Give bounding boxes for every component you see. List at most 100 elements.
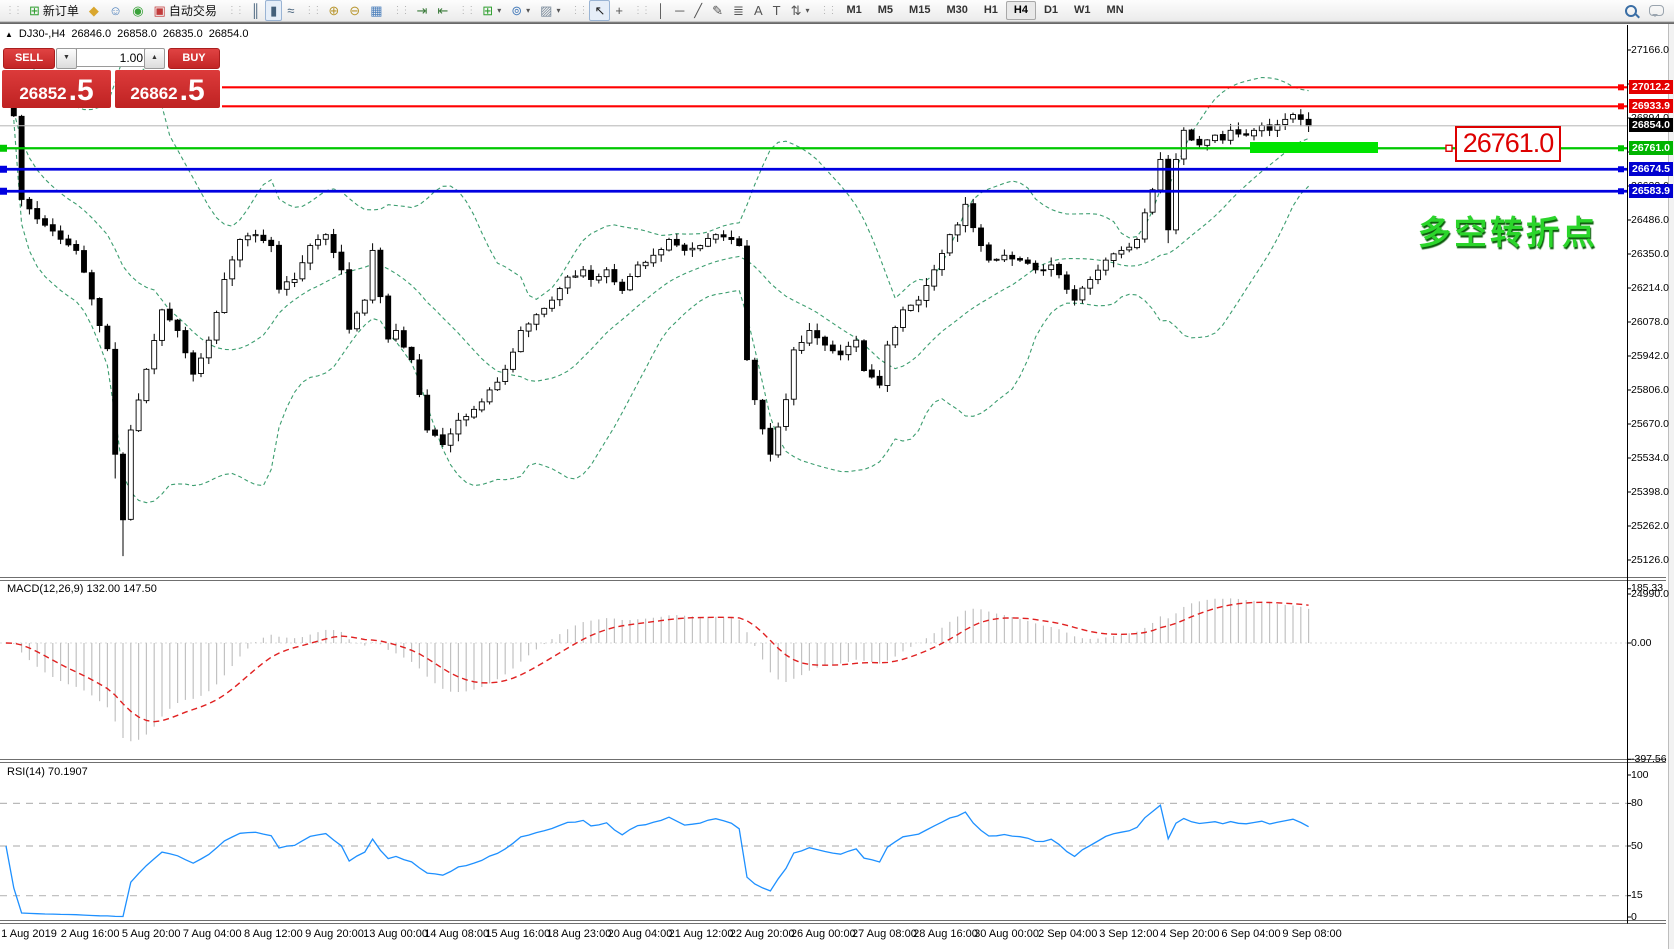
periods-button[interactable]: ⊚▾ — [506, 0, 535, 21]
tile-windows-button[interactable]: ▦ — [365, 0, 387, 21]
time-tick: 8 Aug 12:00 — [244, 928, 303, 940]
price-tick: 25534.0 — [1631, 452, 1669, 464]
bar-chart-button[interactable]: ║ — [246, 0, 265, 21]
line-objects-layer — [0, 84, 1627, 194]
collapse-toggle-icon[interactable]: ▲ — [5, 30, 13, 40]
pivot-line-handle[interactable] — [0, 145, 7, 152]
chat-icon[interactable] — [1649, 5, 1664, 16]
sell-button[interactable]: SELL — [3, 48, 55, 69]
channel-button[interactable]: ✎ — [707, 0, 728, 21]
volume-increase-button[interactable]: ▲ — [144, 48, 165, 69]
templates-icon: ▨ — [540, 4, 552, 17]
timeframe-h1-button[interactable]: H1 — [976, 1, 1006, 20]
templates-button[interactable]: ▨▾ — [535, 0, 565, 21]
timeframe-m5-button[interactable]: M5 — [870, 1, 901, 20]
rsi-tick: 0 — [1631, 911, 1637, 923]
text-button[interactable]: A — [749, 0, 768, 21]
timeframe-d1-button[interactable]: D1 — [1036, 1, 1066, 20]
timeframe-w1-button[interactable]: W1 — [1066, 1, 1099, 20]
time-tick: 4 Sep 20:00 — [1160, 928, 1219, 940]
support-line-2-handle[interactable] — [0, 188, 7, 195]
trendline-button[interactable]: ╱ — [689, 0, 707, 21]
time-tick: 14 Aug 08:00 — [424, 928, 489, 940]
time-tick: 7 Aug 04:00 — [183, 928, 242, 940]
vertical-line-button[interactable]: │ — [652, 0, 670, 21]
data-window-button[interactable]: ☺ — [104, 0, 127, 21]
timeframe-m15-button[interactable]: M15 — [901, 1, 938, 20]
search-icon[interactable] — [1625, 5, 1637, 17]
price-tick: 25126.0 — [1631, 554, 1669, 566]
resistance-line-1-handle[interactable] — [1618, 84, 1624, 90]
time-tick: 15 Aug 16:00 — [485, 928, 550, 940]
toolbar: ⋮⋮⊞新订单◆☺◉▣自动交易⋮⋮║▮≈⋮⋮⊕⊖▦⋮⋮⇥⇤⋮⋮⊞▾⊚▾▨▾⋮⋮↖+… — [0, 0, 1674, 22]
text-label-button[interactable]: T — [768, 0, 786, 21]
candlestick-button[interactable]: ▮ — [265, 0, 282, 21]
annotation-layer — [1250, 142, 1452, 153]
grid-layer — [0, 126, 1627, 896]
rsi-line — [6, 805, 1309, 916]
zoom-out-icon: ⊖ — [349, 4, 360, 17]
timeframe-mn-button[interactable]: MN — [1099, 1, 1132, 20]
time-tick: 1 Aug 2019 — [1, 928, 57, 940]
price-tag-textbox[interactable]: 26761.0 — [1455, 126, 1561, 162]
volume-input[interactable] — [76, 48, 148, 67]
timeframe-h4-button[interactable]: H4 — [1006, 1, 1036, 20]
vertical-line-icon: │ — [657, 4, 665, 17]
timeframe-m30-button[interactable]: M30 — [938, 1, 975, 20]
rsi-tick: 50 — [1631, 840, 1643, 852]
toolbar-grip: ⋮⋮ — [570, 5, 586, 16]
price-tick: 25806.0 — [1631, 384, 1669, 396]
arrows-button[interactable]: ⇅▾ — [786, 0, 815, 21]
toolbar-grip: ⋮⋮ — [304, 5, 320, 16]
resistance-line-2-handle[interactable] — [1618, 103, 1624, 109]
pivot-line-handle[interactable] — [1618, 145, 1624, 151]
horizontal-line-icon: ─ — [675, 4, 684, 17]
support-line-1-handle[interactable] — [1618, 166, 1624, 172]
chart-shift-button[interactable]: ⇤ — [432, 0, 453, 21]
resistance-line-2-label: 26933.9 — [1629, 99, 1673, 113]
fibonacci-button[interactable]: ≣ — [728, 0, 749, 21]
zoom-in-button[interactable]: ⊕ — [323, 0, 344, 21]
market-watch-icon: ◆ — [89, 4, 99, 17]
price-tick: 26486.0 — [1631, 214, 1669, 226]
toolbar-groups: ⋮⋮⊞新订单◆☺◉▣自动交易⋮⋮║▮≈⋮⋮⊕⊖▦⋮⋮⇥⇤⋮⋮⊞▾⊚▾▨▾⋮⋮↖+… — [0, 0, 814, 21]
price-tag-handle[interactable] — [1446, 145, 1452, 151]
crosshair-button[interactable]: + — [610, 0, 628, 21]
autotrading-button[interactable]: ▣自动交易 — [149, 0, 222, 21]
new-order-button[interactable]: ⊞新订单 — [24, 0, 84, 21]
price-tick: 25398.0 — [1631, 486, 1669, 498]
line-chart-button[interactable]: ≈ — [282, 0, 299, 21]
macd-tick: -397.56 — [1631, 753, 1667, 765]
cursor-button[interactable]: ↖ — [589, 0, 610, 21]
market-watch-button[interactable]: ◆ — [84, 0, 104, 21]
buy-price-button[interactable]: 26862 .5 — [115, 70, 220, 108]
time-tick: 9 Sep 08:00 — [1282, 928, 1341, 940]
resistance-line-1-label: 27012.2 — [1629, 80, 1673, 94]
support-line-1-handle[interactable] — [0, 166, 7, 173]
timeframe-m1-button[interactable]: M1 — [838, 1, 869, 20]
horizontal-line-button[interactable]: ─ — [670, 0, 689, 21]
pivot-note-text[interactable]: 多空转折点 — [1418, 206, 1598, 254]
time-tick: 6 Sep 04:00 — [1221, 928, 1280, 940]
rsi-label: RSI(14) 70.1907 — [7, 766, 88, 778]
buy-button[interactable]: BUY — [168, 48, 220, 69]
pivot-highlight-bar[interactable] — [1250, 142, 1378, 153]
sell-price-button[interactable]: 26852 .5 — [2, 70, 111, 108]
signals-button[interactable]: ◉ — [127, 0, 148, 21]
dropdown-arrow-icon: ▾ — [526, 6, 530, 15]
chart-canvas[interactable] — [0, 0, 1674, 949]
autotrading-label: 自动交易 — [169, 2, 217, 19]
volume-decrease-button[interactable]: ▼ — [56, 48, 77, 69]
zoom-out-button[interactable]: ⊖ — [344, 0, 365, 21]
arrows-icon: ⇅ — [791, 4, 802, 17]
indicators-button[interactable]: ⊞▾ — [477, 0, 506, 21]
support-line-2-handle[interactable] — [1618, 188, 1624, 194]
auto-scroll-button[interactable]: ⇥ — [411, 0, 432, 21]
support-line-2-label: 26583.9 — [1629, 184, 1673, 198]
buy-price-frac: .5 — [180, 76, 205, 106]
bar-chart-icon: ║ — [251, 4, 260, 17]
pivot-line-label: 26761.0 — [1629, 141, 1673, 155]
price-tick: 25942.0 — [1631, 350, 1669, 362]
text-label-icon: T — [773, 4, 781, 17]
toolbar-grip: ⋮⋮ — [819, 5, 835, 16]
